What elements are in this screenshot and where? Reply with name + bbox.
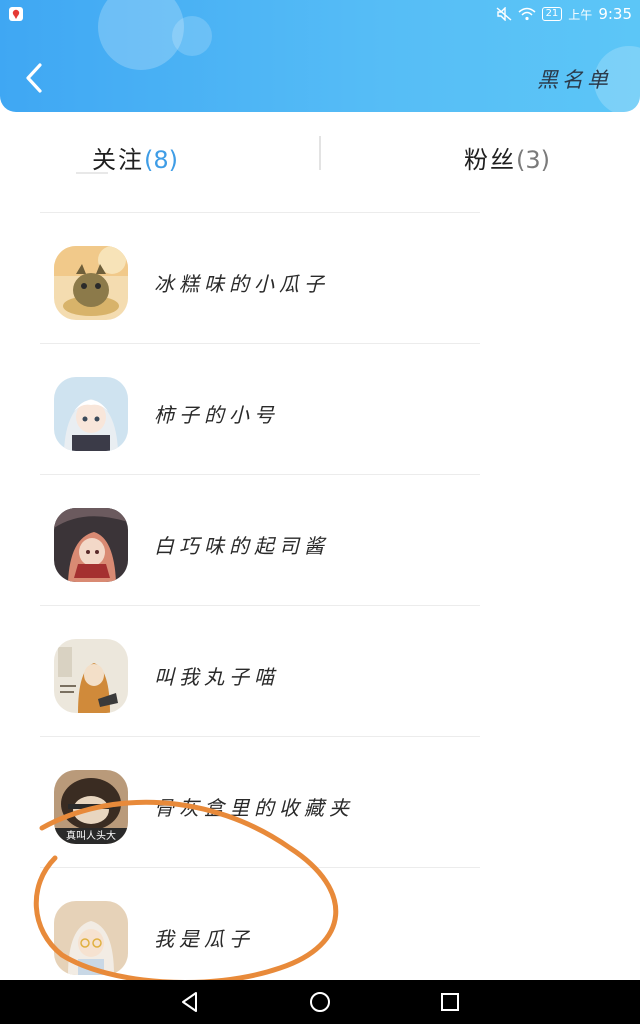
user-name: 柿子的小号	[154, 403, 279, 427]
user-name: 白巧味的起司酱	[154, 534, 329, 558]
user-name: 冰糕味的小瓜子	[154, 272, 329, 296]
tab-following-count: (8)	[144, 146, 178, 174]
avatar[interactable]	[54, 901, 128, 975]
row-divider	[40, 736, 480, 737]
app-header: 21 上午 9:35 黑名单	[0, 0, 640, 112]
list-item[interactable]: 冰糕味的小瓜子	[0, 212, 640, 343]
row-divider	[40, 867, 480, 868]
user-name: 我是瓜子	[154, 927, 254, 951]
tab-indicator	[76, 172, 108, 174]
list-item[interactable]: 白巧味的起司酱	[0, 474, 640, 605]
nav-home-icon[interactable]	[308, 990, 332, 1014]
battery-indicator: 21	[541, 7, 563, 21]
tab-following[interactable]: 关注(8)	[92, 140, 178, 175]
avatar-image	[54, 639, 128, 713]
chevron-left-icon	[26, 63, 42, 93]
nav-recents-icon[interactable]	[438, 990, 462, 1014]
list-item[interactable]: 叫我丸子喵	[0, 605, 640, 736]
list-item[interactable]: 柿子的小号	[0, 343, 640, 474]
back-button[interactable]	[18, 58, 50, 98]
tab-bar: 关注(8) 粉丝(3)	[0, 112, 640, 200]
row-divider	[40, 474, 480, 475]
tab-fans[interactable]: 粉丝(3)	[464, 140, 550, 175]
tab-divider	[319, 136, 321, 170]
avatar-image	[54, 901, 128, 975]
row-divider	[40, 605, 480, 606]
avatar[interactable]	[54, 639, 128, 713]
row-divider	[40, 212, 480, 213]
wifi-icon	[518, 7, 536, 21]
avatar-image	[54, 377, 128, 451]
mute-icon	[496, 7, 512, 21]
tab-fans-label: 粉丝	[464, 146, 516, 174]
user-name: 叫我丸子喵	[154, 665, 279, 689]
tab-following-label: 关注	[92, 146, 144, 174]
clock: 9:35	[598, 5, 632, 23]
map-pin-icon	[9, 7, 23, 21]
status-indicators: 21 上午 9:35	[496, 5, 632, 23]
avatar[interactable]	[54, 377, 128, 451]
nav-back-icon[interactable]	[178, 990, 202, 1014]
avatar[interactable]	[54, 508, 128, 582]
tab-fans-count: (3)	[516, 146, 550, 174]
avatar[interactable]: 真叫人头大	[54, 770, 128, 844]
status-bar: 21 上午 9:35	[0, 0, 640, 30]
period-label: 上午	[568, 7, 593, 22]
avatar[interactable]	[54, 246, 128, 320]
list-item[interactable]: 真叫人头大 骨灰盒里的收藏夹	[0, 736, 640, 867]
list-item[interactable]: 我是瓜子	[0, 867, 640, 998]
user-name: 骨灰盒里的收藏夹	[154, 796, 354, 820]
row-divider	[40, 343, 480, 344]
avatar-caption: 真叫人头大	[66, 831, 116, 842]
system-nav-bar	[0, 980, 640, 1024]
avatar-image	[54, 508, 128, 582]
avatar-image	[54, 246, 128, 320]
blacklist-button[interactable]: 黑名单	[537, 64, 612, 94]
